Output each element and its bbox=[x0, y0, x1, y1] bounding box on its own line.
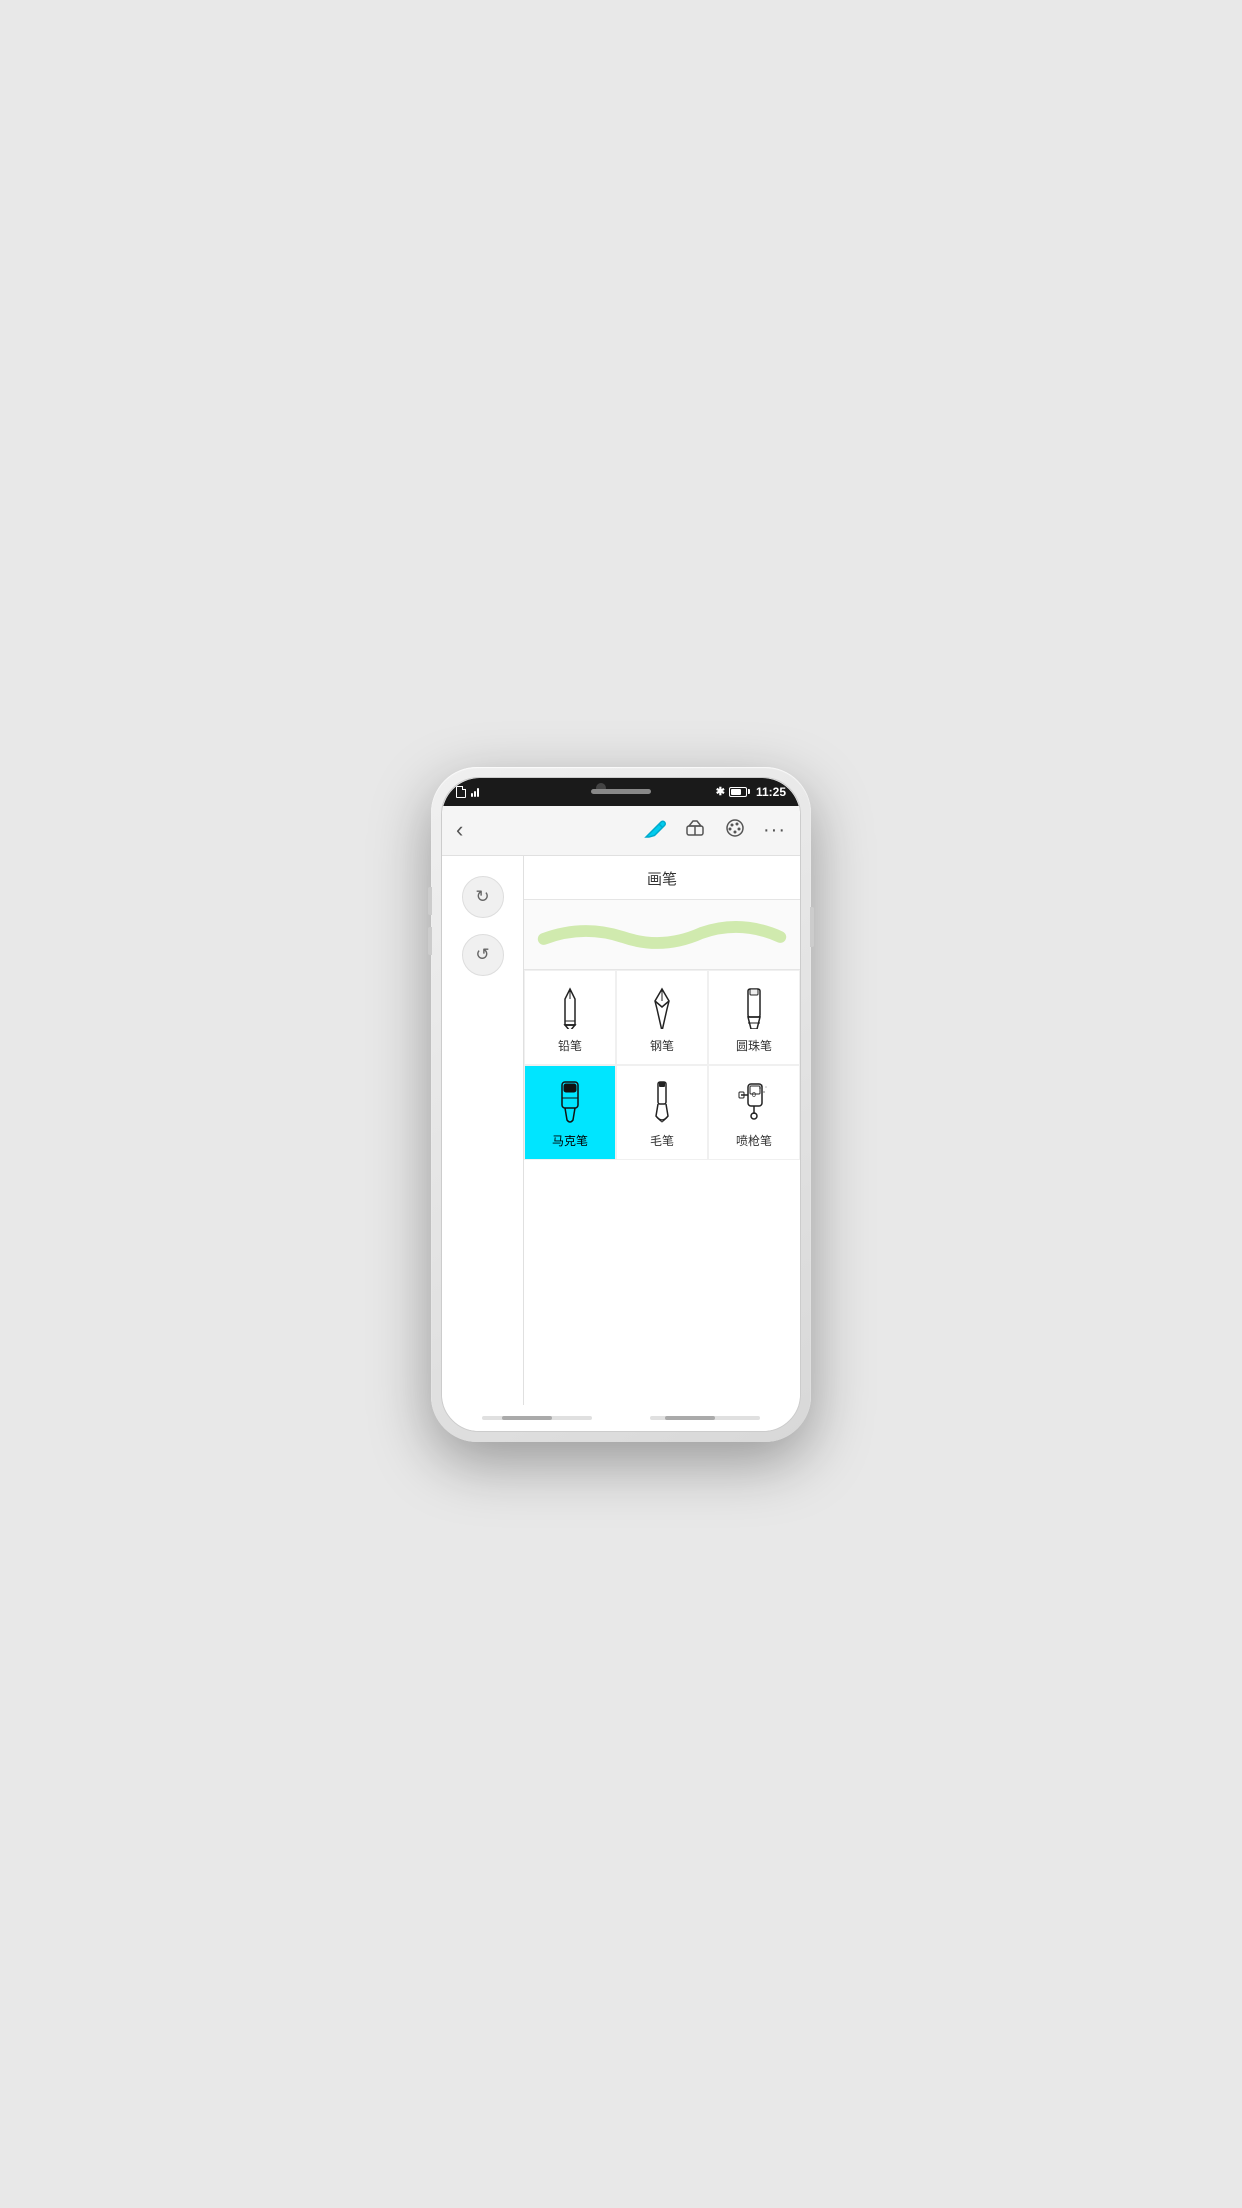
pencil-label: 铅笔 bbox=[558, 1037, 582, 1054]
brush-grid: 铅笔 钢笔 bbox=[524, 970, 800, 1160]
document-icon bbox=[456, 786, 466, 798]
pen-tool-button[interactable] bbox=[643, 816, 667, 845]
status-left-icons bbox=[456, 786, 479, 798]
brush-item-ballpoint[interactable]: 圆珠笔 bbox=[708, 970, 800, 1065]
main-content-area: ↻ ↺ 画笔 bbox=[442, 856, 800, 1431]
screen-content: ✱ 11:25 ‹ bbox=[442, 778, 800, 1431]
spray-icon: 0 bbox=[734, 1080, 774, 1126]
panel-title: 画笔 bbox=[524, 856, 800, 900]
undo-button[interactable]: ↺ bbox=[462, 934, 504, 976]
brush-stroke-preview bbox=[524, 909, 800, 959]
time-display: 11:25 bbox=[756, 785, 786, 799]
right-scroll-track[interactable] bbox=[650, 1416, 760, 1420]
palette-tool-button[interactable] bbox=[723, 816, 747, 845]
right-scroll-thumb bbox=[665, 1416, 715, 1420]
brush-item-pencil[interactable]: 铅笔 bbox=[524, 970, 616, 1065]
bluetooth-icon: ✱ bbox=[716, 785, 725, 798]
left-scroll-thumb bbox=[502, 1416, 552, 1420]
brush-selector-panel: 画笔 bbox=[524, 856, 800, 1431]
brush-item-marker[interactable]: 马克笔 bbox=[524, 1065, 616, 1160]
wifi-icon bbox=[471, 787, 479, 797]
volume-up-button bbox=[428, 887, 432, 915]
fountain-pen-label: 钢笔 bbox=[650, 1037, 674, 1054]
more-options-button[interactable]: ··· bbox=[763, 819, 786, 842]
left-scroll-track[interactable] bbox=[482, 1416, 592, 1420]
power-button bbox=[810, 907, 814, 947]
brush-icon bbox=[642, 1080, 682, 1126]
svg-text:0: 0 bbox=[752, 1092, 756, 1099]
brush-label: 毛笔 bbox=[650, 1132, 674, 1149]
status-right-icons: ✱ 11:25 bbox=[716, 785, 786, 799]
brush-item-fountain-pen[interactable]: 钢笔 bbox=[616, 970, 708, 1065]
ballpoint-label: 圆珠笔 bbox=[736, 1037, 772, 1054]
redo-button[interactable]: ↻ bbox=[462, 876, 504, 918]
fountain-pen-icon bbox=[642, 985, 682, 1031]
toolbar-left: ‹ bbox=[456, 819, 463, 841]
battery-icon bbox=[729, 787, 750, 797]
redo-icon: ↻ bbox=[475, 887, 489, 907]
toolbar-right: ··· bbox=[643, 816, 786, 845]
brush-item-brush[interactable]: 毛笔 bbox=[616, 1065, 708, 1160]
phone-screen: ✱ 11:25 ‹ bbox=[441, 777, 801, 1432]
marker-label: 马克笔 bbox=[552, 1132, 588, 1149]
pencil-icon bbox=[550, 985, 590, 1031]
volume-down-button bbox=[428, 927, 432, 955]
eraser-tool-button[interactable] bbox=[683, 816, 707, 845]
bottom-scrollbars bbox=[442, 1405, 800, 1431]
back-button[interactable]: ‹ bbox=[456, 819, 463, 841]
brush-item-spray[interactable]: 0 bbox=[708, 1065, 800, 1160]
marker-icon bbox=[550, 1080, 590, 1126]
brush-preview-area bbox=[524, 900, 800, 970]
phone-speaker bbox=[591, 789, 651, 794]
canvas-side-panel: ↻ ↺ bbox=[442, 856, 524, 1431]
undo-icon: ↺ bbox=[475, 945, 489, 965]
ballpoint-icon bbox=[734, 985, 774, 1031]
phone-frame: ✱ 11:25 ‹ bbox=[431, 767, 811, 1442]
spray-label: 喷枪笔 bbox=[736, 1132, 772, 1149]
app-toolbar: ‹ bbox=[442, 806, 800, 856]
